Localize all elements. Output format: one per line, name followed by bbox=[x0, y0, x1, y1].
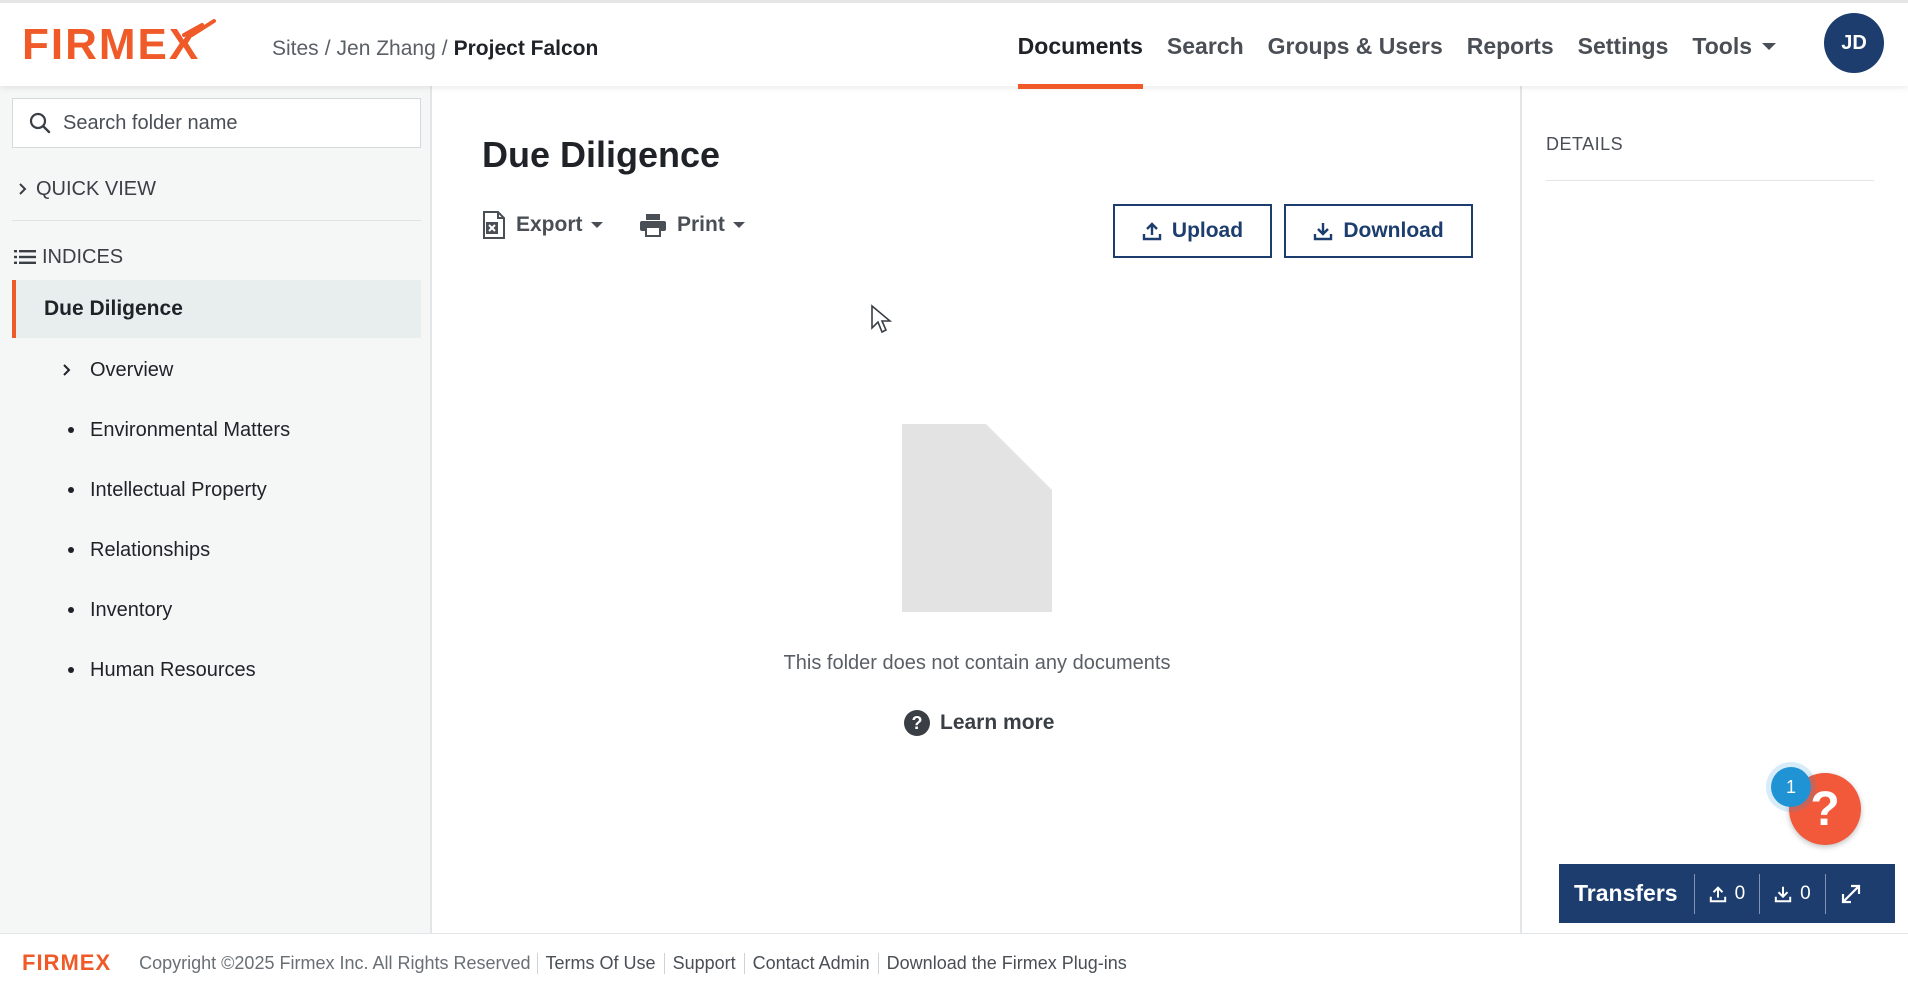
nav-reports[interactable]: Reports bbox=[1455, 3, 1566, 89]
breadcrumb-sites[interactable]: Sites bbox=[272, 37, 319, 61]
learn-more-label: Learn more bbox=[940, 711, 1055, 734]
breadcrumb: Sites / Jen Zhang / Project Falcon bbox=[272, 37, 598, 61]
top-header: FIRMEX Sites / Jen Zhang / Project Falco… bbox=[0, 0, 1908, 89]
breadcrumb-project: Project Falcon bbox=[453, 37, 599, 60]
folder-human-resources[interactable]: Human Resources bbox=[60, 640, 420, 700]
empty-folder-message: This folder does not contain any documen… bbox=[783, 652, 1171, 674]
chevron-down-icon bbox=[732, 222, 745, 228]
breadcrumb-user[interactable]: Jen Zhang bbox=[337, 37, 436, 61]
folder-label: Environmental Matters bbox=[90, 418, 291, 441]
chevron-right-icon bbox=[19, 183, 27, 195]
notification-badge: 1 bbox=[1771, 767, 1811, 807]
folder-label: Overview bbox=[90, 358, 174, 381]
footer-link-terms[interactable]: Terms Of Use bbox=[536, 952, 664, 974]
footer-link-contact-admin[interactable]: Contact Admin bbox=[743, 952, 878, 974]
download-icon bbox=[1774, 886, 1792, 902]
print-label: Print bbox=[677, 213, 725, 236]
bullet-icon bbox=[60, 607, 90, 613]
upload-label: Upload bbox=[1171, 219, 1244, 242]
upload-icon bbox=[1709, 885, 1726, 902]
logo-swoosh-icon bbox=[182, 19, 217, 37]
upload-count: 0 bbox=[1734, 882, 1746, 904]
page-footer: FIRMEX Copyright ©2025 Firmex Inc. All R… bbox=[0, 933, 1908, 992]
download-button[interactable]: Download bbox=[1284, 204, 1473, 258]
document-area: Due Diligence Export Print Upload Downlo… bbox=[434, 86, 1520, 933]
download-transfers[interactable]: 0 bbox=[1759, 873, 1825, 914]
print-button[interactable]: Print bbox=[639, 208, 745, 242]
indices-header: INDICES bbox=[14, 240, 123, 274]
folder-environmental-matters[interactable]: Environmental Matters bbox=[60, 400, 420, 460]
folder-sidebar: QUICK VIEW INDICES Due Diligence Overvie… bbox=[0, 86, 432, 933]
transfers-bar: Transfers 0 0 bbox=[1559, 864, 1895, 923]
footer-copyright: Copyright ©2025 Firmex Inc. All Rights R… bbox=[139, 952, 531, 973]
export-button[interactable]: Export bbox=[482, 208, 603, 242]
nav-tools[interactable]: Tools bbox=[1680, 3, 1788, 89]
chevron-right-icon bbox=[60, 363, 90, 377]
main-nav: Documents Search Groups & Users Reports … bbox=[1006, 3, 1788, 89]
footer-logo[interactable]: FIRMEX bbox=[22, 950, 111, 976]
details-divider bbox=[1546, 180, 1874, 181]
excel-file-icon bbox=[483, 211, 505, 239]
mouse-pointer-icon bbox=[871, 304, 892, 334]
nav-tools-label: Tools bbox=[1692, 32, 1752, 59]
folder-label: Intellectual Property bbox=[90, 478, 267, 501]
expand-icon bbox=[1841, 884, 1860, 903]
expand-transfers-button[interactable] bbox=[1824, 873, 1884, 914]
help-circle-icon: ? bbox=[904, 710, 930, 736]
quick-view-label: QUICK VIEW bbox=[36, 177, 157, 200]
footer-links: Terms Of Use Support Contact Admin Downl… bbox=[536, 952, 1135, 974]
footer-link-plugins[interactable]: Download the Firmex Plug-ins bbox=[877, 952, 1135, 974]
chevron-down-icon bbox=[590, 222, 603, 228]
page-title: Due Diligence bbox=[482, 134, 721, 175]
bullet-icon bbox=[60, 427, 90, 433]
folder-relationships[interactable]: Relationships bbox=[60, 520, 420, 580]
breadcrumb-separator: / bbox=[441, 37, 448, 60]
nav-search[interactable]: Search bbox=[1155, 3, 1256, 89]
upload-icon bbox=[1142, 222, 1162, 241]
breadcrumb-separator: / bbox=[324, 37, 331, 60]
sidebar-divider bbox=[12, 220, 421, 221]
nav-documents[interactable]: Documents bbox=[1006, 3, 1155, 89]
folder-label: Human Resources bbox=[90, 658, 256, 681]
search-icon bbox=[29, 112, 51, 134]
firmex-logo[interactable]: FIRMEX bbox=[22, 17, 217, 73]
learn-more-link[interactable]: ? Learn more bbox=[904, 706, 1054, 740]
folder-due-diligence[interactable]: Due Diligence bbox=[12, 280, 421, 338]
quick-view-toggle[interactable]: QUICK VIEW bbox=[16, 172, 156, 206]
bullet-icon bbox=[60, 667, 90, 673]
nav-groups-users[interactable]: Groups & Users bbox=[1256, 3, 1455, 89]
folder-label: Inventory bbox=[90, 598, 173, 621]
download-icon bbox=[1314, 223, 1333, 241]
folder-label: Relationships bbox=[90, 538, 211, 561]
export-label: Export bbox=[516, 213, 583, 236]
bullet-icon bbox=[60, 547, 90, 553]
folder-inventory[interactable]: Inventory bbox=[60, 580, 420, 640]
empty-document-icon bbox=[902, 424, 1052, 612]
printer-icon bbox=[640, 214, 666, 237]
folder-search bbox=[12, 98, 421, 148]
folder-search-input[interactable] bbox=[63, 111, 393, 135]
indices-label: INDICES bbox=[42, 245, 124, 268]
list-icon bbox=[14, 250, 36, 264]
folder-overview[interactable]: Overview bbox=[60, 340, 420, 400]
download-count: 0 bbox=[1800, 882, 1811, 904]
upload-transfers[interactable]: 0 bbox=[1693, 873, 1760, 914]
footer-link-support[interactable]: Support bbox=[663, 952, 744, 974]
bullet-icon bbox=[60, 487, 90, 493]
upload-button[interactable]: Upload bbox=[1113, 204, 1272, 258]
chevron-down-icon bbox=[1762, 42, 1776, 50]
details-title: DETAILS bbox=[1546, 134, 1624, 154]
transfers-label[interactable]: Transfers bbox=[1559, 880, 1694, 907]
logo-text: FIRMEX bbox=[22, 20, 201, 69]
folder-intellectual-property[interactable]: Intellectual Property bbox=[60, 460, 420, 520]
user-avatar[interactable]: JD bbox=[1824, 13, 1884, 73]
nav-settings[interactable]: Settings bbox=[1566, 3, 1681, 89]
folder-tree: Overview Environmental Matters Intellect… bbox=[60, 340, 420, 700]
download-label: Download bbox=[1343, 219, 1444, 242]
